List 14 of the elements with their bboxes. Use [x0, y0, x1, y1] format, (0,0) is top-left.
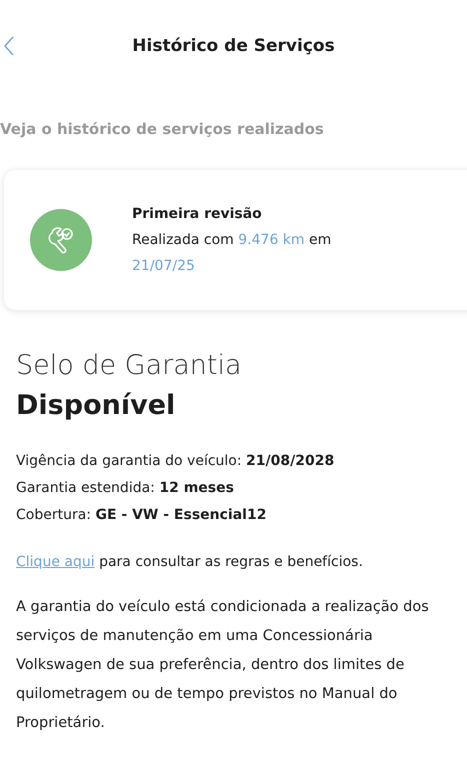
- warranty-detail: Cobertura: GE - VW - Essencial12: [16, 506, 268, 525]
- warranty-note: A garantia do veículo está condicionada a realização dos serviços de manutenção em uma Concessionária Volkswagen de sua preferência, dentro dos limites de quilometragem ou de tempo previstos no Manual do Proprietário.: [16, 598, 430, 733]
- warranty-status: Disponível: [16, 389, 176, 423]
- service-title: Primeira revisão: [132, 205, 263, 224]
- link-description: para consultar as regras e benefícios.: [99, 554, 363, 570]
- subtitle: Veja o histórico de serviços realizados: [0, 120, 325, 138]
- page-title: Histórico de Serviços: [132, 36, 335, 56]
- service-card[interactable]: Primeira revisão Realizada com 9.476 km em 21/07/25: [4, 170, 467, 310]
- wrench-check-icon: [30, 209, 92, 271]
- service-description: Realizada com 9.476 km em 21/07/25: [132, 231, 332, 276]
- warranty-detail: Garantia estendida: 12 meses: [16, 479, 235, 498]
- back-icon[interactable]: [4, 36, 14, 56]
- warranty-detail: Vigência da garantia do veículo: 21/08/2028: [16, 452, 336, 471]
- section-title: Selo de Garantia: [16, 349, 243, 383]
